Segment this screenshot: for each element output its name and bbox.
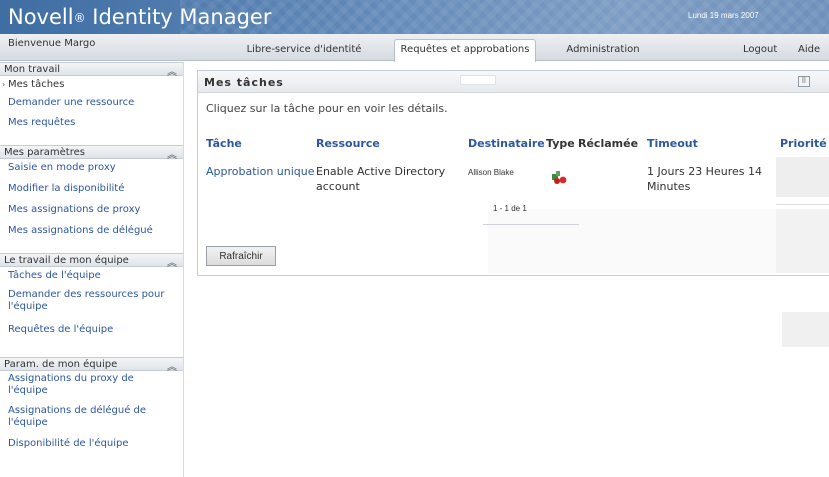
section-title: Le travail de mon équipe <box>4 255 129 266</box>
timeout-line-1: 1 Jours 23 Heures 14 <box>647 165 762 178</box>
column-header-type: Type <box>546 137 575 150</box>
sidebar-item-team-delegate-assignments[interactable]: Assignations de délégué de l'équipe <box>0 405 160 429</box>
sidebar-item-request-resource[interactable]: Demander une ressource <box>0 97 138 109</box>
panel-header-tab <box>460 75 496 85</box>
sidebar-item-team-proxy-assignments[interactable]: Assignations du proxy de l'équipe <box>0 373 160 397</box>
filler-block <box>776 209 829 273</box>
section-title: Mon travail <box>4 64 61 75</box>
sidebar-item-team-tasks[interactable]: Tâches de l'équipe <box>0 270 105 282</box>
sidebar-section-team-work[interactable]: Le travail de mon équipe ︽ <box>0 253 183 269</box>
filler-block <box>488 209 776 273</box>
sidebar-item-my-delegate-assignments[interactable]: Mes assignations de délégué <box>0 225 157 237</box>
help-link[interactable]: Aide <box>798 44 820 55</box>
tab-requests-approvals[interactable]: Requêtes et approbations <box>394 39 536 62</box>
priority-cell-bg <box>776 157 829 197</box>
instruction-text: Cliquez sur la tâche pour en voir les dé… <box>206 102 448 115</box>
column-header-task[interactable]: Tâche <box>206 137 242 150</box>
column-header-claimed: Réclamée <box>578 137 639 150</box>
welcome-text: Bienvenue Margo <box>8 38 96 49</box>
section-title: Mes paramètres <box>4 147 85 158</box>
column-header-recipient[interactable]: Destinataire <box>468 137 545 150</box>
sidebar-item-my-tasks[interactable]: Mes tâches <box>0 79 68 91</box>
pagination-divider <box>483 224 579 225</box>
sidebar-item-my-requests[interactable]: Mes requêtes <box>0 117 79 129</box>
nav-bar: Bienvenue Margo Libre-service d'identité… <box>0 34 829 62</box>
sidebar-item-team-availability[interactable]: Disponibilité de l'équipe <box>0 438 133 450</box>
my-tasks-panel: Mes tâches ⠿ Cliquez sur la tâche pour e… <box>197 70 829 276</box>
sidebar-item-team-requests[interactable]: Requêtes de l'équipe <box>0 324 117 336</box>
approval-icon[interactable] <box>551 171 567 185</box>
tab-administration[interactable]: Administration <box>558 40 648 61</box>
row-divider <box>776 204 829 205</box>
sidebar-item-proxy-mode[interactable]: Saisie en mode proxy <box>0 162 120 174</box>
refresh-button[interactable]: Rafraîchir <box>206 246 276 266</box>
task-link[interactable]: Approbation unique <box>206 164 315 179</box>
sidebar-section-team-settings[interactable]: Param. de mon équipe ︽ <box>0 357 183 373</box>
section-title: Param. de mon équipe <box>4 359 118 370</box>
panel-header: Mes tâches ⠿ <box>198 71 829 93</box>
sidebar: Mon travail ︽ › Mes tâches Demander une … <box>0 62 184 477</box>
sidebar-item-team-request-resources[interactable]: Demander des ressources pour l'équipe <box>0 289 180 313</box>
panel-title: Mes tâches <box>204 76 284 89</box>
column-header-timeout[interactable]: Timeout <box>647 137 698 150</box>
sidebar-section-my-work[interactable]: Mon travail ︽ <box>0 62 183 78</box>
resource-line-1: Enable Active Directory <box>316 165 446 178</box>
sidebar-item-edit-availability[interactable]: Modifier la disponibilité <box>0 183 128 195</box>
recipient-name: Allison Blake <box>468 168 514 177</box>
timeout-line-2: Minutes <box>647 180 691 193</box>
logout-link[interactable]: Logout <box>743 44 777 55</box>
sidebar-item-my-proxy-assignments[interactable]: Mes assignations de proxy <box>0 204 144 216</box>
pagination-text: 1 - 1 de 1 <box>493 204 527 213</box>
current-date: Lundi 19 mars 2007 <box>688 11 759 20</box>
column-header-resource[interactable]: Ressource <box>316 137 380 150</box>
sidebar-section-my-settings[interactable]: Mes paramètres ︽ <box>0 145 183 161</box>
header-banner: Novell® Identity Manager Lundi 19 mars 2… <box>0 0 829 34</box>
tab-identity-self-service[interactable]: Libre-service d'identité <box>238 40 370 61</box>
column-header-priority[interactable]: Priorité <box>780 137 827 150</box>
resource-line-2: account <box>316 180 360 193</box>
app-title: Novell® Identity Manager <box>8 5 272 29</box>
filler-block <box>782 312 829 347</box>
panel-menu-icon[interactable]: ⠿ <box>798 76 810 87</box>
